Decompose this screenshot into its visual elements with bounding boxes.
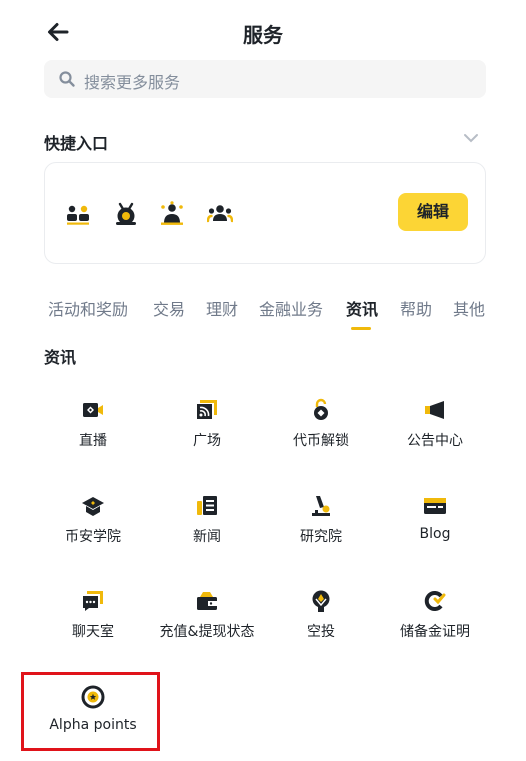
grid-item-label: Blog xyxy=(419,526,451,542)
grid-item-label: 公告中心 xyxy=(407,433,463,449)
academy-cap-icon xyxy=(82,497,104,516)
grid-item-label: 新闻 xyxy=(193,529,221,545)
grid-item-label: 币安学院 xyxy=(65,529,121,545)
grid-item-label: 广场 xyxy=(193,433,221,449)
grid-item-label: 研究院 xyxy=(300,529,342,545)
grid-item-token-unlock[interactable]: 代币解锁 xyxy=(266,398,376,468)
blog-icon xyxy=(424,498,446,514)
proof-of-reserves-icon xyxy=(424,591,446,611)
grid-item-label: 聊天室 xyxy=(72,624,114,640)
grid-item-chat-room[interactable]: 聊天室 xyxy=(38,589,148,659)
edit-button[interactable]: 编辑 xyxy=(398,193,468,231)
wallet-status-icon xyxy=(197,592,217,610)
chevron-down-icon[interactable] xyxy=(463,132,479,144)
grid-item-airdrop[interactable]: 空投 xyxy=(266,589,376,659)
grid-item-news[interactable]: 新闻 xyxy=(152,494,262,564)
chat-room-icon xyxy=(83,591,103,611)
grid-item-deposit-withdraw-status[interactable]: 充值&提现状态 xyxy=(152,589,262,659)
active-tab-indicator xyxy=(351,327,371,330)
section-title: 资讯 xyxy=(44,348,77,367)
grid-item-label: 充值&提现状态 xyxy=(159,624,255,640)
header: 服务 xyxy=(0,0,526,60)
tab-news-info[interactable]: 资讯 xyxy=(346,296,378,320)
live-video-icon xyxy=(83,403,103,417)
grid-item-label: 直播 xyxy=(79,433,107,449)
tab-help[interactable]: 帮助 xyxy=(400,296,432,320)
community-icon[interactable] xyxy=(159,201,185,227)
token-unlock-icon xyxy=(314,398,328,420)
quick-access-title: 快捷入口 xyxy=(44,134,109,153)
grid-item-square[interactable]: 广场 xyxy=(152,398,262,468)
grid-item-label: 储备金证明 xyxy=(400,624,470,640)
microscope-icon xyxy=(312,496,330,516)
news-icon xyxy=(197,496,217,515)
grid-item-announcements[interactable]: 公告中心 xyxy=(380,398,490,468)
grid-item-live[interactable]: 直播 xyxy=(38,398,148,468)
tab-other[interactable]: 其他 xyxy=(453,296,485,320)
tab-trade[interactable]: 交易 xyxy=(153,296,185,320)
megaphone-icon xyxy=(425,401,444,419)
airdrop-icon xyxy=(312,590,330,612)
search-placeholder: 搜索更多服务 xyxy=(84,73,181,92)
page-title: 服务 xyxy=(243,23,283,47)
highlight-box xyxy=(21,672,160,751)
rewards-hub-icon[interactable] xyxy=(113,201,139,227)
tab-finance[interactable]: 金融业务 xyxy=(259,296,323,320)
square-feed-icon xyxy=(197,400,217,419)
grid-item-label: 代币解锁 xyxy=(293,433,349,449)
tab-activities-rewards[interactable]: 活动和奖励 xyxy=(48,296,128,320)
grid-item-label: 空投 xyxy=(307,624,335,640)
search-input[interactable]: 搜索更多服务 xyxy=(44,60,486,98)
search-icon xyxy=(59,71,75,87)
users-icon[interactable] xyxy=(207,201,233,227)
grid-item-research[interactable]: 研究院 xyxy=(266,494,376,564)
grid-item-blog[interactable]: Blog xyxy=(380,494,490,564)
grid-item-academy[interactable]: 币安学院 xyxy=(38,494,148,564)
grid-item-proof-of-reserves[interactable]: 储备金证明 xyxy=(380,589,490,659)
quick-access-card: 编辑 xyxy=(44,162,486,264)
tab-earn[interactable]: 理财 xyxy=(206,296,238,320)
referral-icon[interactable] xyxy=(65,201,91,227)
